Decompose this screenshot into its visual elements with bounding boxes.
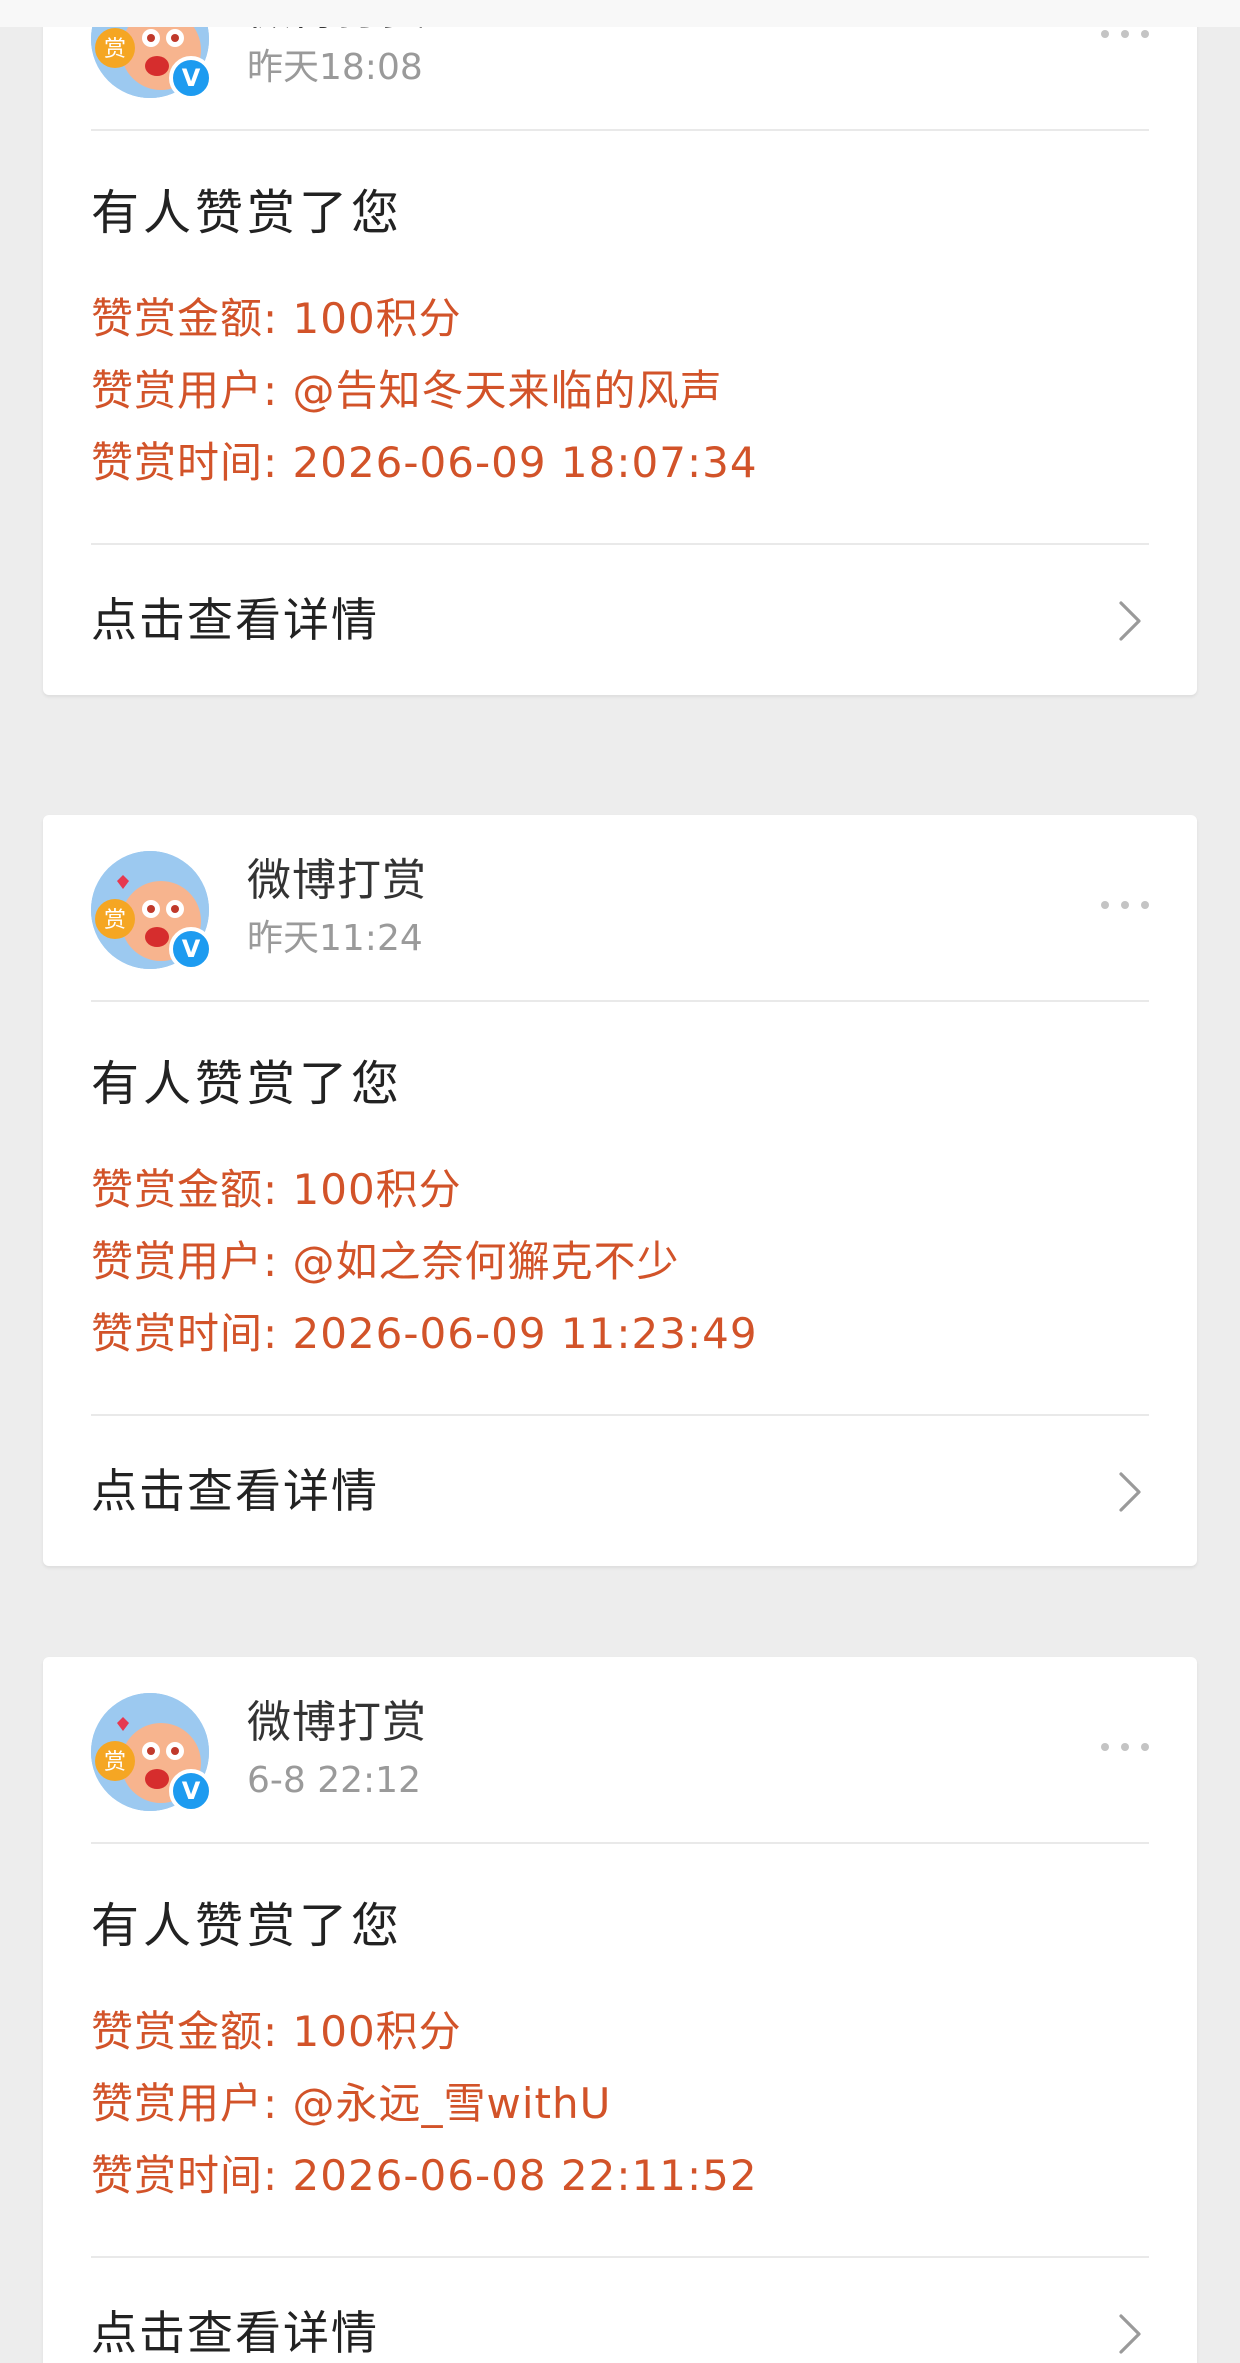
notification-card: 赏 V 微博打赏 6-8 22:12 有人赞赏了您 赞赏金额: 100积分 赞赏… bbox=[43, 1657, 1197, 2363]
verified-badge-icon: V bbox=[169, 56, 213, 100]
avatar-label: 赏 bbox=[104, 1750, 126, 1775]
reward-user[interactable]: 赞赏用户: @告知冬天来临的风声 bbox=[91, 355, 1149, 427]
message-title: 有人赞赏了您 bbox=[91, 185, 404, 241]
view-details-row[interactable]: 点击查看详情 bbox=[91, 545, 1149, 695]
avatar-label: 赏 bbox=[104, 908, 126, 933]
sender-name[interactable]: 微博打赏 bbox=[247, 1695, 427, 1751]
sender-time: 昨天11:24 bbox=[247, 918, 423, 959]
more-dots-icon[interactable] bbox=[1101, 1735, 1149, 1759]
more-dots-icon[interactable] bbox=[1101, 893, 1149, 917]
sender-avatar-wrapper[interactable]: 赏 V bbox=[91, 851, 213, 971]
card-body: 有人赞赏了您 赞赏金额: 100积分 赞赏用户: @如之奈何獬克不少 赞赏时间:… bbox=[91, 1002, 1149, 1416]
sender-time: 6-8 22:12 bbox=[247, 1760, 421, 1801]
reward-time: 赞赏时间: 2026-06-08 22:11:52 bbox=[91, 2151, 758, 2200]
chevron-right-icon bbox=[1119, 2314, 1141, 2354]
view-details-row[interactable]: 点击查看详情 bbox=[91, 1416, 1149, 1566]
view-details-label: 点击查看详情 bbox=[91, 2306, 379, 2360]
notification-card: 赏 V 微博打赏 昨天18:08 有人赞赏了您 赞赏金额: 100积分 赞赏用户… bbox=[43, 0, 1197, 695]
card-body: 有人赞赏了您 赞赏金额: 100积分 赞赏用户: @永远_雪withU 赞赏时间… bbox=[91, 1844, 1149, 2258]
reward-amount: 赞赏金额: 100积分 bbox=[91, 294, 462, 343]
reward-user[interactable]: 赞赏用户: @如之奈何獬克不少 bbox=[91, 1226, 1149, 1298]
chevron-right-icon bbox=[1119, 601, 1141, 641]
message-title: 有人赞赏了您 bbox=[91, 1898, 404, 1954]
top-bar-edge bbox=[0, 0, 1240, 27]
sender-time: 昨天18:08 bbox=[247, 47, 423, 88]
reward-time: 赞赏时间: 2026-06-09 18:07:34 bbox=[91, 438, 758, 487]
verified-badge-icon: V bbox=[169, 927, 213, 971]
notification-card: 赏 V 微博打赏 昨天11:24 有人赞赏了您 赞赏金额: 100积分 赞赏用户… bbox=[43, 815, 1197, 1566]
reward-amount: 赞赏金额: 100积分 bbox=[91, 2007, 462, 2056]
sender-avatar-wrapper[interactable]: 赏 V bbox=[91, 1693, 213, 1813]
avatar-label: 赏 bbox=[104, 37, 126, 62]
notification-feed: 赏 V 微博打赏 昨天18:08 有人赞赏了您 赞赏金额: 100积分 赞赏用户… bbox=[0, 0, 1240, 2363]
chevron-right-icon bbox=[1119, 1472, 1141, 1512]
message-lines: 赞赏金额: 100积分 赞赏用户: @永远_雪withU 赞赏时间: 2026-… bbox=[91, 1996, 1149, 2212]
view-details-label: 点击查看详情 bbox=[91, 593, 379, 647]
view-details-label: 点击查看详情 bbox=[91, 1464, 379, 1518]
reward-user[interactable]: 赞赏用户: @永远_雪withU bbox=[91, 2068, 1149, 2140]
card-body: 有人赞赏了您 赞赏金额: 100积分 赞赏用户: @告知冬天来临的风声 赞赏时间… bbox=[91, 131, 1149, 545]
message-lines: 赞赏金额: 100积分 赞赏用户: @告知冬天来临的风声 赞赏时间: 2026-… bbox=[91, 283, 1149, 499]
message-title: 有人赞赏了您 bbox=[91, 1056, 404, 1112]
verified-badge-icon: V bbox=[169, 1769, 213, 1813]
card-header: 赏 V 微博打赏 昨天11:24 bbox=[91, 815, 1149, 1002]
view-details-row[interactable]: 点击查看详情 bbox=[91, 2258, 1149, 2363]
reward-amount: 赞赏金额: 100积分 bbox=[91, 1165, 462, 1214]
sender-name[interactable]: 微博打赏 bbox=[247, 853, 427, 909]
message-lines: 赞赏金额: 100积分 赞赏用户: @如之奈何獬克不少 赞赏时间: 2026-0… bbox=[91, 1154, 1149, 1370]
reward-time: 赞赏时间: 2026-06-09 11:23:49 bbox=[91, 1309, 758, 1358]
card-header: 赏 V 微博打赏 6-8 22:12 bbox=[91, 1657, 1149, 1844]
